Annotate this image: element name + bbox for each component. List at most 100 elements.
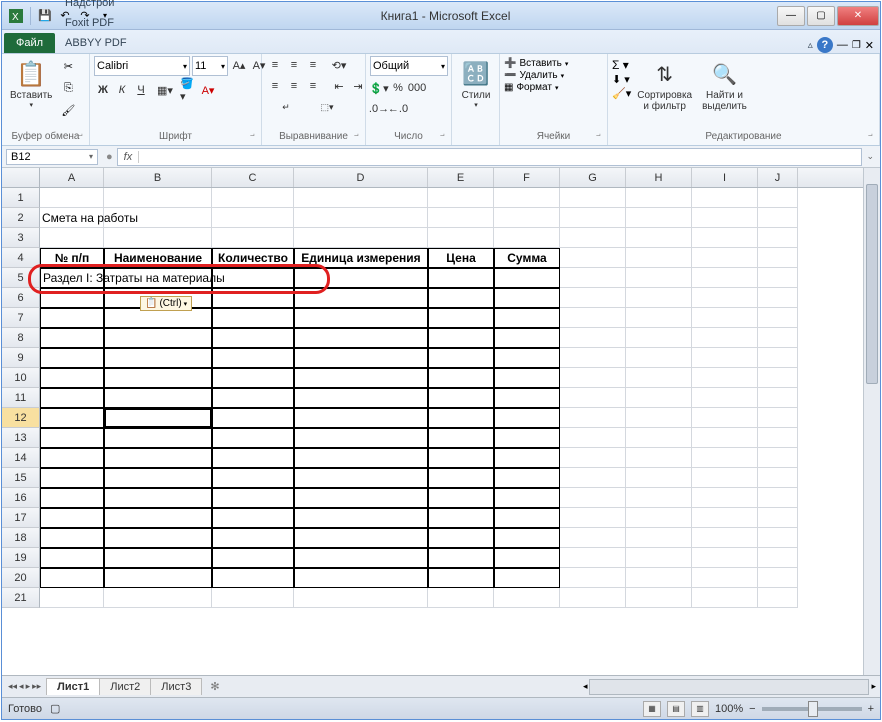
align-center-icon[interactable]: ≡ [285, 77, 303, 95]
minimize-ribbon-icon[interactable]: ▵ [808, 40, 813, 51]
cell-H3[interactable] [626, 228, 692, 248]
cell-C7[interactable] [212, 308, 294, 328]
row-header[interactable]: 8 [2, 328, 40, 348]
cell-F15[interactable] [494, 468, 560, 488]
row-header[interactable]: 4 [2, 248, 40, 268]
cell-A13[interactable] [40, 428, 104, 448]
underline-button[interactable]: Ч [132, 81, 150, 99]
cell-J10[interactable] [758, 368, 798, 388]
row-header[interactable]: 11 [2, 388, 40, 408]
cell-B10[interactable] [104, 368, 212, 388]
sheet-nav[interactable]: ◂◂◂▸▸▸ [2, 681, 47, 692]
row-header[interactable]: 12 [2, 408, 40, 428]
bold-button[interactable]: Ж [94, 81, 112, 99]
cell-C1[interactable] [212, 188, 294, 208]
cell-E21[interactable] [428, 588, 494, 608]
cell-A6[interactable] [40, 288, 104, 308]
cell-A8[interactable] [40, 328, 104, 348]
column-header-D[interactable]: D [294, 168, 428, 187]
cell-D19[interactable] [294, 548, 428, 568]
cell-I4[interactable] [692, 248, 758, 268]
cell-F9[interactable] [494, 348, 560, 368]
cell-H17[interactable] [626, 508, 692, 528]
cell-I2[interactable] [692, 208, 758, 228]
cell-C12[interactable] [212, 408, 294, 428]
cell-D10[interactable] [294, 368, 428, 388]
cell-C8[interactable] [212, 328, 294, 348]
cell-I1[interactable] [692, 188, 758, 208]
cell-B8[interactable] [104, 328, 212, 348]
cell-F10[interactable] [494, 368, 560, 388]
row-header[interactable]: 15 [2, 468, 40, 488]
cell-G2[interactable] [560, 208, 626, 228]
cell-J18[interactable] [758, 528, 798, 548]
cell-D6[interactable] [294, 288, 428, 308]
cell-F14[interactable] [494, 448, 560, 468]
tab-abbyy pdf[interactable]: ABBYY PDF [57, 33, 135, 53]
format-cells-button[interactable]: ▦Формат▾ [504, 82, 559, 93]
cell-E19[interactable] [428, 548, 494, 568]
cell-A19[interactable] [40, 548, 104, 568]
cell-C18[interactable] [212, 528, 294, 548]
wrap-text-button[interactable]: ↵ [266, 98, 306, 116]
cell-H6[interactable] [626, 288, 692, 308]
cell-F13[interactable] [494, 428, 560, 448]
cut-button[interactable]: ✂ [58, 56, 78, 76]
cell-E9[interactable] [428, 348, 494, 368]
cell-H5[interactable] [626, 268, 692, 288]
cell-G4[interactable] [560, 248, 626, 268]
increase-decimal-icon[interactable]: .0→ [370, 100, 388, 118]
cell-C21[interactable] [212, 588, 294, 608]
cell-B19[interactable] [104, 548, 212, 568]
cell-E8[interactable] [428, 328, 494, 348]
cell-B18[interactable] [104, 528, 212, 548]
cell-H4[interactable] [626, 248, 692, 268]
cell-E14[interactable] [428, 448, 494, 468]
cell-D15[interactable] [294, 468, 428, 488]
merge-button[interactable]: ⬚▾ [307, 98, 347, 116]
select-all-corner[interactable] [2, 168, 40, 187]
cell-B1[interactable] [104, 188, 212, 208]
cell-F17[interactable] [494, 508, 560, 528]
cell-C11[interactable] [212, 388, 294, 408]
cell-C17[interactable] [212, 508, 294, 528]
cell-C3[interactable] [212, 228, 294, 248]
align-left-icon[interactable]: ≡ [266, 77, 284, 95]
cell-D21[interactable] [294, 588, 428, 608]
cell-J9[interactable] [758, 348, 798, 368]
cell-E20[interactable] [428, 568, 494, 588]
cell-G18[interactable] [560, 528, 626, 548]
cell-C4[interactable]: Количество [212, 248, 294, 268]
cell-H10[interactable] [626, 368, 692, 388]
cell-I12[interactable] [692, 408, 758, 428]
cell-E1[interactable] [428, 188, 494, 208]
cell-D16[interactable] [294, 488, 428, 508]
cell-D12[interactable] [294, 408, 428, 428]
font-size-combo[interactable]: 11▾ [192, 56, 228, 76]
cell-I21[interactable] [692, 588, 758, 608]
cell-C16[interactable] [212, 488, 294, 508]
sheet-tab-Лист1[interactable]: Лист1 [46, 678, 100, 695]
find-select-button[interactable]: 🔍 Найти и выделить [698, 56, 751, 114]
cell-B13[interactable] [104, 428, 212, 448]
cell-I10[interactable] [692, 368, 758, 388]
cell-I18[interactable] [692, 528, 758, 548]
minimize-button[interactable]: — [777, 6, 805, 26]
cell-E2[interactable] [428, 208, 494, 228]
cell-G12[interactable] [560, 408, 626, 428]
cell-A11[interactable] [40, 388, 104, 408]
cell-G6[interactable] [560, 288, 626, 308]
normal-view-button[interactable]: ▦ [643, 701, 661, 717]
zoom-slider[interactable] [762, 707, 862, 711]
cell-B2[interactable] [104, 208, 212, 228]
row-header[interactable]: 3 [2, 228, 40, 248]
cell-A7[interactable] [40, 308, 104, 328]
cell-E4[interactable]: Цена [428, 248, 494, 268]
cell-E18[interactable] [428, 528, 494, 548]
cell-A3[interactable] [40, 228, 104, 248]
cell-D4[interactable]: Единица измерения [294, 248, 428, 268]
cell-C9[interactable] [212, 348, 294, 368]
cell-B4[interactable]: Наименование [104, 248, 212, 268]
column-header-B[interactable]: B [104, 168, 212, 187]
cell-H1[interactable] [626, 188, 692, 208]
